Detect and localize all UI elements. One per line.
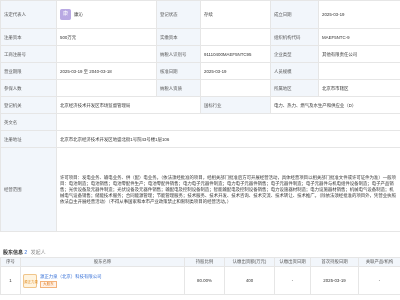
col-related: 关联产品/机构 [358, 257, 400, 267]
taxpayer-qual-value [200, 79, 271, 97]
region-value: 北京市市辖区 [318, 79, 400, 97]
biz-reg-no-label: 工商注册号 [0, 45, 57, 63]
scope-value: 许可项目：发电业务、输电业务、供（配）电业务。（依法须经批准的项目，经相关部门批… [56, 147, 400, 232]
shareholder-name-link[interactable]: 源正力泉（北京）科技有限公司 [40, 274, 101, 280]
col-ratio: 持股比例 [184, 257, 225, 267]
legal-rep-name[interactable]: 康沁 [74, 12, 83, 17]
col-first-date: 首次持股日期 [310, 257, 359, 267]
insured-label: 参保人数 [0, 79, 57, 97]
col-name: 股东名称 [20, 257, 185, 267]
shareholders-count[interactable]: 2 [24, 250, 27, 256]
shareholders-title: 股东信息 [3, 250, 24, 256]
english-value [56, 113, 400, 131]
shareholder-cell[interactable]: 源正力泉 源正力泉（北京）科技有限公司 大股东 [20, 266, 185, 295]
major-shareholder-badge: 大股东 [40, 280, 57, 288]
row-ratio: 80.00% [184, 266, 225, 295]
insured-value [56, 79, 157, 97]
taxpayer-qual-label: 纳税人资质 [156, 79, 201, 97]
org-code-value: MAEF5NTC-9 [318, 28, 400, 46]
legal-rep-cell[interactable]: 康康沁 [56, 0, 157, 29]
row-sub-date: - [274, 266, 311, 295]
company-info-page: 法定代表人 康康沁 登记状态 存续 成立日期 2025-03-19 注册资本 5… [0, 0, 400, 300]
row-related: - [358, 266, 400, 295]
term-label: 营业期限 [0, 62, 57, 80]
industry-value: 电力、热力、燃气及水生产和供应业（D） [270, 96, 400, 114]
shareholder-logo: 源正力泉 [23, 273, 38, 288]
reg-capital-value: 500万元 [56, 28, 157, 46]
address-label: 注册地址 [0, 130, 57, 148]
taxpayer-no-value: 91110400MAEF5NTC95 [200, 45, 271, 63]
row-index: 1 [0, 266, 21, 295]
authority-label: 登记机关 [0, 96, 57, 114]
shareholders-table: 序号 股东名称 持股比例 认缴出资额(万元) 认缴出资日期 首次持股日期 关联产… [0, 257, 400, 295]
scope-label: 经营范围 [0, 147, 57, 232]
col-sub-date: 认缴出资日期 [274, 257, 311, 267]
term-value: 2025-03-19 至 2040-03-18 [56, 62, 157, 80]
table-header-row: 序号 股东名称 持股比例 认缴出资额(万元) 认缴出资日期 首次持股日期 关联产… [0, 257, 400, 267]
reg-capital-label: 注册资本 [0, 28, 57, 46]
table-row: 1 源正力泉 源正力泉（北京）科技有限公司 大股东 80.00% 400 - 202… [0, 266, 400, 295]
reg-status-value: 存续 [200, 0, 271, 29]
shareholders-subtitle[interactable]: 发起人 [31, 250, 46, 256]
shareholder-name-wrap: 源正力泉（北京）科技有限公司 大股东 [40, 274, 101, 288]
founded-label: 成立日期 [270, 0, 319, 29]
staff-label: 人员规模 [270, 62, 319, 80]
paid-capital-value [200, 28, 271, 46]
region-label: 所属地区 [270, 79, 319, 97]
paid-capital-label: 实缴资本 [156, 28, 201, 46]
row-subscribed: 400 [224, 266, 275, 295]
staff-value [318, 62, 400, 80]
taxpayer-no-label: 纳税人识别号 [156, 45, 201, 63]
address-value: 北京市北京经济技术开发区地盛北街1号院43号楼1层106 [56, 130, 400, 148]
business-info-table: 法定代表人 康康沁 登记状态 存续 成立日期 2025-03-19 注册资本 5… [0, 0, 400, 232]
org-code-label: 组织机构代码 [270, 28, 319, 46]
legal-rep-avatar: 康 [60, 9, 71, 20]
approval-label: 核准日期 [156, 62, 201, 80]
english-label: 英文名 [0, 113, 57, 131]
industry-label: 国标行业 [200, 96, 271, 114]
col-subscribed: 认缴出资额(万元) [224, 257, 275, 267]
type-label: 企业类型 [270, 45, 319, 63]
authority-value: 北京经济技术开发区市场监督管理局 [56, 96, 201, 114]
type-value: 其他有限责任公司 [318, 45, 400, 63]
biz-reg-no-value [56, 45, 157, 63]
col-index: 序号 [0, 257, 21, 267]
row-first-date: 2025-03-19 [310, 266, 359, 295]
reg-status-label: 登记状态 [156, 0, 201, 29]
approval-value: 2025-03-19 [200, 62, 271, 80]
founded-value: 2025-03-19 [318, 0, 400, 29]
legal-rep-label: 法定代表人 [0, 0, 57, 29]
shareholders-header: 股东信息 2 发起人 [3, 249, 46, 256]
